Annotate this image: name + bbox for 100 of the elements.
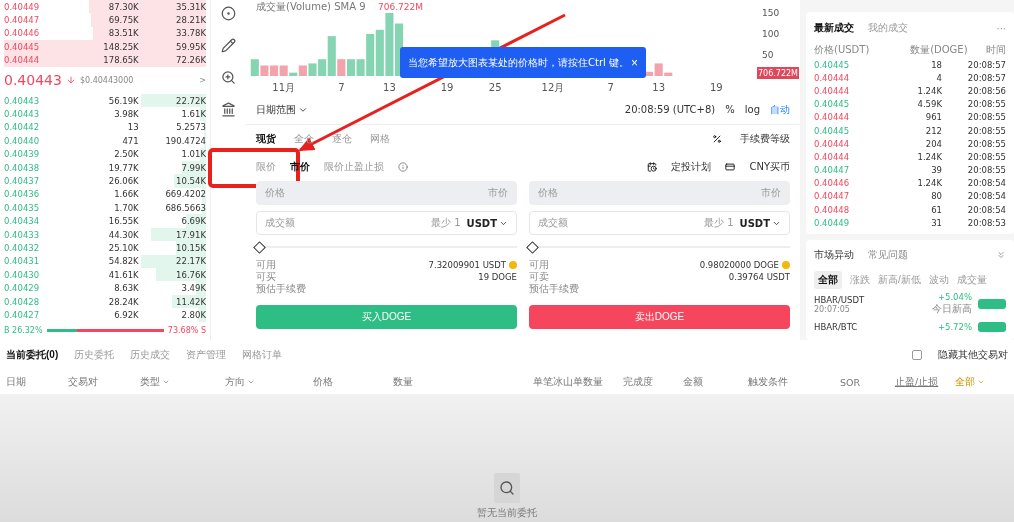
price-field[interactable]: 价格 市价	[256, 181, 517, 205]
max-value: 0.39764 USDT	[728, 272, 790, 282]
column-header[interactable]: 方向	[225, 375, 313, 389]
market-tab[interactable]: 成交量	[956, 272, 987, 287]
bid-price: 0.40440	[4, 135, 41, 146]
trades-tab[interactable]: 我的成交	[868, 21, 908, 35]
more-button[interactable]: ···	[996, 22, 1006, 34]
axis-label: 12月	[541, 82, 565, 93]
bid-amount: 28.24K	[107, 296, 139, 307]
column-header: 金额	[683, 375, 704, 389]
ask-price: 0.40446	[4, 28, 41, 39]
orders-tab[interactable]: 当前委托(0)	[6, 348, 59, 362]
bid-total: 7.99K	[180, 162, 206, 173]
trade-time: 20:08:57	[966, 72, 1006, 83]
log-button[interactable]: log	[744, 104, 760, 115]
order-type-tab[interactable]: 限价	[256, 160, 276, 174]
auto-button[interactable]: 自动	[770, 102, 790, 117]
auto-invest-link[interactable]: 定投计划	[671, 160, 712, 174]
more-link[interactable]: >	[199, 75, 206, 85]
fee-level-link[interactable]: 手续费等级	[740, 132, 790, 146]
bid-amount: 1.70K	[113, 202, 139, 213]
ask-amount: 148.25K	[102, 41, 139, 52]
circle-icon[interactable]	[221, 6, 236, 21]
clock-time: 20:08:59 (UTC+8)	[624, 104, 716, 115]
bid-amount: 26.06K	[107, 176, 139, 186]
amount-field[interactable]: 成交额 最少 1 USDT	[529, 211, 790, 235]
trade-tab[interactable]: 逐仓	[332, 132, 352, 146]
bid-price: 0.40433	[4, 229, 41, 240]
orders-tab[interactable]: 网格订单	[242, 348, 283, 362]
trade-amount: 18	[930, 59, 942, 70]
market-tab[interactable]: 全部	[814, 270, 842, 289]
coin-icon	[782, 261, 790, 269]
axis-label: 11月	[272, 82, 295, 93]
axis-label: 13	[652, 82, 665, 93]
landmark-icon[interactable]	[221, 102, 236, 117]
cny-link[interactable]: CNY买币	[749, 160, 790, 174]
available-label: 可用	[529, 258, 549, 272]
bid-amount: 13	[126, 122, 139, 133]
trade-tab[interactable]: 现货	[256, 132, 276, 146]
bid-total: 1.01K	[180, 149, 206, 160]
trade-time: 20:08:55	[966, 112, 1006, 123]
checkbox[interactable]	[912, 350, 922, 360]
amount-field[interactable]: 成交额 最少 1 USDT	[256, 211, 517, 235]
pair-name: HBAR/USDT	[814, 294, 865, 305]
market-tab[interactable]: 新高/新低	[878, 272, 921, 287]
column-header: 单笔冰山单数量	[533, 375, 604, 389]
date-range-button[interactable]: 日期范围	[256, 102, 308, 117]
order-type-tab[interactable]: 限价止盈止损	[324, 160, 384, 174]
ask-total: 35.31K	[175, 1, 206, 12]
amount-slider[interactable]	[256, 241, 517, 253]
ask-total: 72.26K	[175, 55, 206, 66]
trade-price: 0.40444	[814, 138, 851, 149]
percent-button[interactable]: %	[725, 104, 735, 115]
buy-button[interactable]: 买入DOGE	[256, 305, 517, 329]
slider-thumb[interactable]	[526, 240, 539, 254]
bid-price: 0.40434	[4, 216, 41, 227]
trend-pill	[978, 322, 1006, 333]
pencil-icon[interactable]	[221, 38, 236, 53]
bid-price: 0.40439	[4, 149, 41, 160]
sell-button[interactable]: 卖出DOGE	[529, 305, 790, 329]
bid-amount: 44.30K	[107, 229, 139, 240]
bid-price: 0.40437	[4, 176, 41, 186]
chart-legend: 成交量(Volume) SMA 9	[256, 1, 366, 12]
faq-link[interactable]: 常见问题	[868, 247, 908, 262]
zoom-in-icon[interactable]	[221, 70, 236, 85]
trade-tab[interactable]: 网格	[370, 132, 390, 146]
bid-total: 1.61K	[180, 109, 206, 120]
column-header[interactable]: 全部	[955, 375, 1008, 389]
bid-price: 0.40428	[4, 296, 41, 307]
slider-thumb[interactable]	[253, 240, 266, 254]
orders-tab[interactable]: 历史委托	[74, 348, 115, 362]
price-field[interactable]: 价格 市价	[529, 181, 790, 205]
trade-price: 0.40448	[814, 204, 851, 215]
sell-ratio: 73.68% S	[167, 325, 206, 335]
ask-price: 0.40444	[4, 55, 41, 66]
axis-label: 25	[488, 82, 502, 93]
bid-total: 17.91K	[175, 229, 206, 240]
volume-bar	[308, 63, 317, 76]
pair-name: HBAR/BTC	[814, 322, 858, 333]
trade-amount: 1.24K	[916, 178, 942, 189]
ask-amount: 178.65K	[102, 55, 139, 66]
column-header[interactable]: 类型	[140, 375, 225, 389]
card-icon	[725, 162, 736, 172]
orders-tab[interactable]: 历史成交	[130, 348, 171, 362]
change-value: +5.04%	[937, 292, 972, 303]
last-price: 0.40443	[4, 72, 62, 89]
bid-price: 0.40430	[4, 269, 41, 280]
empty-document-icon	[494, 473, 520, 503]
market-tab[interactable]: 波动	[928, 272, 949, 287]
trades-tab[interactable]: 最新成交	[814, 21, 854, 35]
market-tab[interactable]: 涨跌	[850, 272, 870, 287]
bid-total: 11.42K	[175, 296, 206, 307]
bid-amount: 471	[121, 135, 139, 146]
bid-price: 0.40442	[4, 122, 41, 133]
column-header[interactable]: 止盈/止损	[895, 375, 955, 389]
max-label: 可买	[256, 270, 276, 284]
close-button[interactable]: ×	[631, 55, 638, 70]
trade-amount: 204	[924, 138, 942, 149]
orders-tab[interactable]: 资产管理	[186, 348, 227, 362]
amount-slider[interactable]	[529, 241, 790, 253]
